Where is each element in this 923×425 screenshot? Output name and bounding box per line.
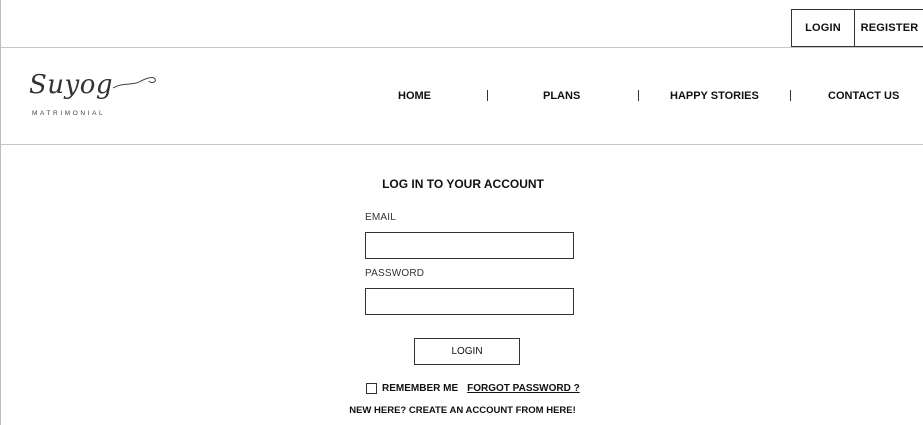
nav-separator xyxy=(487,90,488,101)
site-header: Suyog MATRIMONIAL HOME PLANS HAPPY STORI… xyxy=(1,48,923,145)
remember-me-label[interactable]: REMEMBER ME xyxy=(382,383,458,394)
nav-separator xyxy=(638,90,639,101)
nav-separator xyxy=(790,90,791,101)
page: LOGIN REGISTER Suyog MATRIMONIAL HOME PL… xyxy=(0,0,923,425)
top-bar: LOGIN REGISTER xyxy=(1,0,923,48)
remember-row: REMEMBER ME FORGOT PASSWORD ? xyxy=(366,383,580,394)
top-register-button[interactable]: REGISTER xyxy=(854,9,923,47)
login-title: LOG IN TO YOUR ACCOUNT xyxy=(382,177,544,191)
nav-plans-link[interactable]: PLANS xyxy=(543,90,580,102)
top-login-button[interactable]: LOGIN xyxy=(791,9,855,47)
brand-logo[interactable]: Suyog MATRIMONIAL xyxy=(29,70,169,122)
login-button[interactable]: LOGIN xyxy=(414,338,520,365)
nav-contact-us-link[interactable]: CONTACT US xyxy=(828,90,899,102)
password-field[interactable] xyxy=(365,288,574,315)
remember-me-checkbox[interactable] xyxy=(366,383,377,394)
forgot-password-link[interactable]: FORGOT PASSWORD ? xyxy=(467,383,580,394)
nav-home-link[interactable]: HOME xyxy=(398,90,431,102)
brand-tagline: MATRIMONIAL xyxy=(32,110,106,117)
email-field[interactable] xyxy=(365,232,574,259)
password-label: PASSWORD xyxy=(365,268,425,279)
logo-swash-icon xyxy=(112,77,156,89)
create-account-link[interactable]: NEW HERE? CREATE AN ACCOUNT FROM HERE! xyxy=(1,405,923,416)
nav-happy-stories-link[interactable]: HAPPY STORIES xyxy=(670,90,759,102)
email-label: EMAIL xyxy=(365,212,397,223)
brand-name: Suyog xyxy=(29,70,114,100)
